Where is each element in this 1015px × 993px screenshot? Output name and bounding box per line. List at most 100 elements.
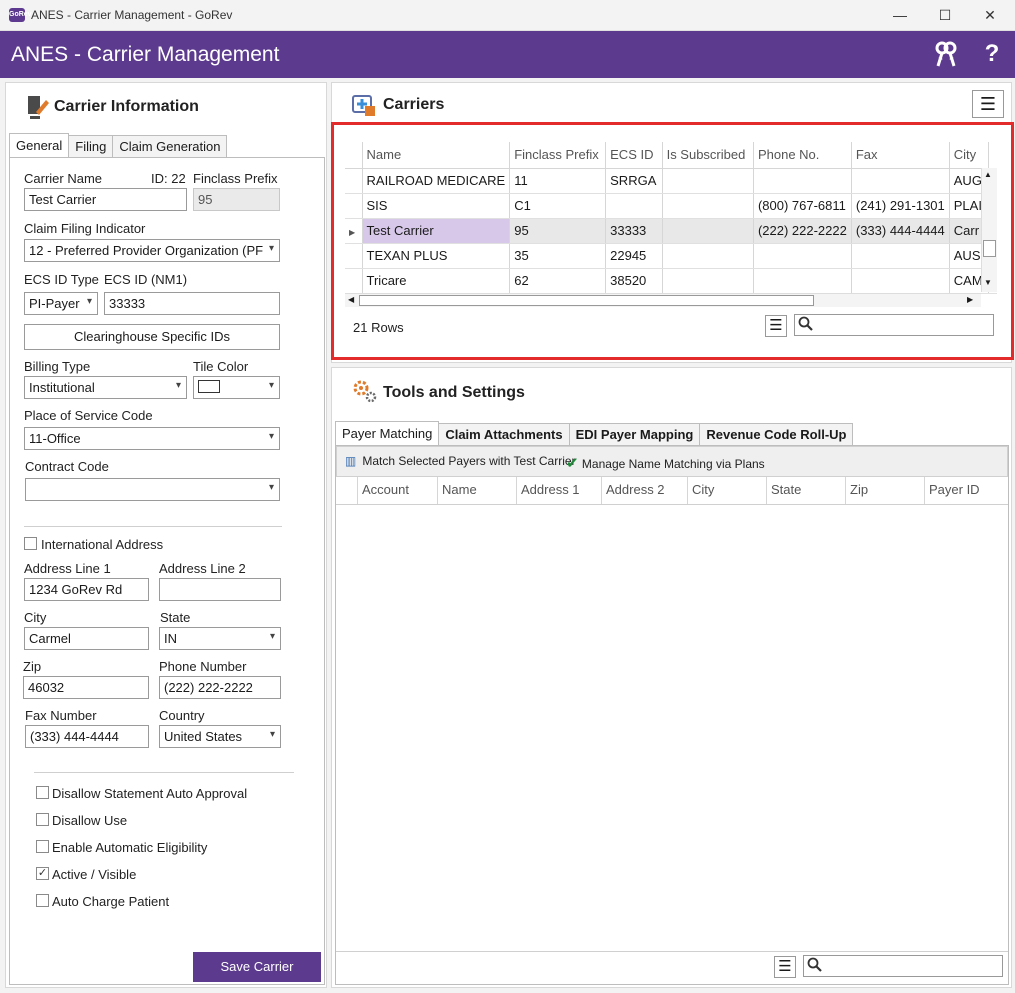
carriers-vscrollbar[interactable]: ▲ ▼ [981,168,997,292]
country-dropdown[interactable]: United States [159,725,281,748]
tab-payer-matching[interactable]: Payer Matching [335,421,440,445]
active-visible-checkbox[interactable]: ✓ [36,867,49,880]
table-cell[interactable]: 11 [509,168,607,194]
table-cell[interactable]: 62 [509,268,607,294]
row-header[interactable] [345,168,363,194]
tab-revenue-code-rollup[interactable]: Revenue Code Roll-Up [699,423,854,445]
table-cell[interactable] [851,243,950,269]
table-cell[interactable] [851,168,950,194]
tab-claim-generation[interactable]: Claim Generation [112,135,228,157]
auto-eligibility-checkbox[interactable] [36,840,49,853]
table-cell[interactable] [753,243,852,269]
col-ecs-id[interactable]: ECS ID [605,142,663,169]
zip-input[interactable]: 46032 [23,676,149,699]
carriers-search-input[interactable] [794,314,994,336]
table-cell[interactable]: 38520 [605,268,663,294]
tab-general[interactable]: General [9,133,70,157]
table-cell[interactable]: 95 [509,218,607,244]
scroll-down-icon[interactable]: ▼ [984,278,992,287]
col-fax[interactable]: Fax [851,142,950,169]
table-row[interactable]: TEXAN PLUS 35 22945 AUS [345,243,997,269]
row-header[interactable] [345,193,363,219]
table-row[interactable]: SIS C1 (800) 767-6811 (241) 291-1301 PLAI [345,193,997,219]
address-line2-input[interactable] [159,578,281,601]
row-header[interactable] [345,243,363,269]
manage-name-matching-button[interactable]: ✔ Manage Name Matching via Plans [566,454,765,472]
table-cell[interactable] [753,268,852,294]
scroll-left-icon[interactable]: ◀ [348,295,354,304]
address-line1-input[interactable]: 1234 GoRev Rd [24,578,149,601]
ecs-id-input[interactable]: 33333 [104,292,280,315]
tab-filing[interactable]: Filing [68,135,114,157]
carriers-grid-menu-button[interactable]: ☰ [765,315,787,337]
col-is-subscribed[interactable]: Is Subscribed [662,142,754,169]
table-cell[interactable] [662,193,754,219]
col-account[interactable]: Account [358,477,438,504]
col-payer-zip[interactable]: Zip [846,477,925,504]
tab-claim-attachments[interactable]: Claim Attachments [438,423,570,445]
table-cell[interactable]: RAILROAD MEDICARE [362,168,511,194]
table-cell[interactable] [662,218,754,244]
col-address2[interactable]: Address 2 [602,477,688,504]
disallow-use-checkbox[interactable] [36,813,49,826]
table-cell[interactable] [851,268,950,294]
row-header[interactable]: ▶ [345,218,363,244]
carriers-menu-button[interactable]: ☰ [972,90,1004,118]
table-cell[interactable] [605,193,663,219]
table-cell[interactable]: 35 [509,243,607,269]
table-cell[interactable] [662,268,754,294]
row-header[interactable] [345,268,363,294]
table-cell[interactable]: SIS [362,193,511,219]
billing-type-dropdown[interactable]: Institutional [24,376,187,399]
minimize-button[interactable]: — [880,4,920,26]
disallow-auto-approval-checkbox[interactable] [36,786,49,799]
col-phone[interactable]: Phone No. [753,142,852,169]
table-cell[interactable]: SRRGA [605,168,663,194]
table-cell[interactable]: (800) 767-6811 [753,193,852,219]
table-cell[interactable]: (222) 222-2222 [753,218,852,244]
table-cell[interactable]: C1 [509,193,607,219]
col-payer-state[interactable]: State [767,477,846,504]
table-row[interactable]: Tricare 62 38520 CAM [345,268,997,294]
international-address-checkbox[interactable] [24,537,37,550]
col-payer-name[interactable]: Name [438,477,517,504]
table-cell[interactable]: Tricare [362,268,511,294]
payer-grid-menu-button[interactable]: ☰ [774,956,796,978]
table-cell[interactable]: (333) 444-4444 [851,218,950,244]
claim-filing-dropdown[interactable]: 12 - Preferred Provider Organization (PF [24,239,280,262]
col-address1[interactable]: Address 1 [517,477,602,504]
table-cell[interactable] [753,168,852,194]
table-cell[interactable]: 22945 [605,243,663,269]
city-input[interactable]: Carmel [24,627,149,650]
scroll-up-icon[interactable]: ▲ [984,170,992,179]
auto-charge-checkbox[interactable] [36,894,49,907]
scroll-right-icon[interactable]: ▶ [967,295,973,304]
pos-dropdown[interactable]: 11-Office [24,427,280,450]
col-city[interactable]: City [949,142,990,169]
save-carrier-button[interactable]: Save Carrier [193,952,321,982]
payer-search-input[interactable] [803,955,1003,977]
table-cell[interactable] [662,168,754,194]
table-row[interactable]: RAILROAD MEDICARE 11 SRRGA AUG [345,168,997,194]
keys-icon[interactable] [932,40,960,68]
close-button[interactable]: ✕ [970,4,1010,26]
table-cell[interactable] [662,243,754,269]
phone-input[interactable]: (222) 222-2222 [159,676,281,699]
maximize-button[interactable]: ☐ [925,4,965,26]
hscroll-thumb[interactable] [359,295,814,306]
contract-code-dropdown[interactable] [25,478,280,501]
table-cell[interactable]: (241) 291-1301 [851,193,950,219]
col-payer-id[interactable]: Payer ID [925,477,1008,504]
ecs-id-type-dropdown[interactable]: PI-Payer [24,292,98,315]
table-cell[interactable]: Test Carrier [362,218,511,244]
match-payers-button[interactable]: ▥ Match Selected Payers with Test Carrie… [345,454,576,468]
col-finclass-prefix[interactable]: Finclass Prefix [509,142,607,169]
col-payer-city[interactable]: City [688,477,767,504]
table-cell[interactable]: TEXAN PLUS [362,243,511,269]
tab-edi-payer-mapping[interactable]: EDI Payer Mapping [568,423,701,445]
carrier-name-input[interactable]: Test Carrier [24,188,187,211]
carriers-hscrollbar[interactable]: ◀ ▶ [345,293,981,307]
tile-color-dropdown[interactable] [193,376,280,399]
table-row[interactable]: ▶ Test Carrier 95 33333 (222) 222-2222 (333) … [345,218,997,244]
table-cell[interactable]: 33333 [605,218,663,244]
